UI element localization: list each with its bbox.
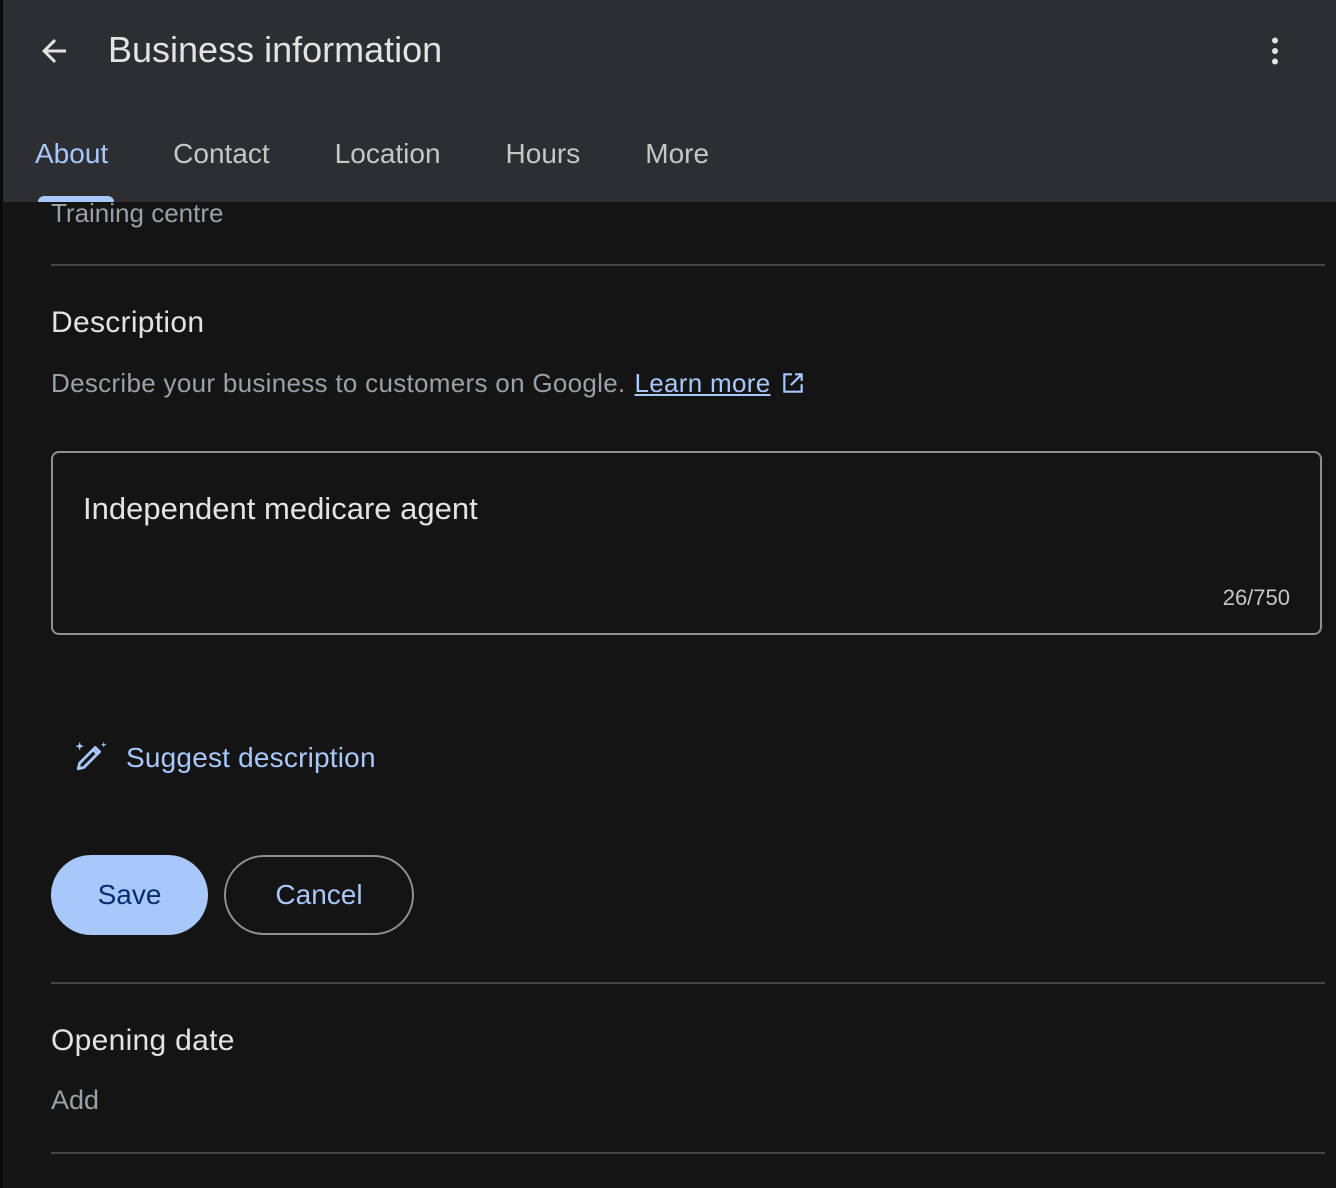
character-counter: 26/750 [1222, 585, 1290, 610]
tab-bar: About Contact Location Hours More [3, 120, 709, 202]
open-in-new-icon[interactable] [780, 370, 806, 396]
arrow-back-icon [42, 39, 66, 63]
active-tab-indicator [38, 196, 114, 202]
page-title: Business information [108, 29, 443, 70]
divider [51, 982, 1325, 984]
description-help-text: Describe your business to customers on G… [51, 368, 626, 398]
magic-pen-icon [74, 739, 108, 778]
more-vert-icon [1272, 37, 1278, 65]
divider [51, 264, 1325, 266]
opening-date-title: Opening date [51, 1024, 235, 1057]
suggest-description-button[interactable]: Suggest description [74, 736, 376, 780]
back-button[interactable] [29, 26, 79, 76]
learn-more-link[interactable]: Learn more [635, 364, 771, 402]
save-button[interactable]: Save [51, 855, 208, 935]
description-textarea-value[interactable]: Independent medicare agent [83, 489, 478, 529]
tab-location[interactable]: Location [335, 120, 441, 188]
tab-more[interactable]: More [645, 120, 709, 188]
more-options-button[interactable] [1250, 26, 1300, 76]
divider [51, 1152, 1325, 1154]
add-opening-date-link[interactable]: Add [51, 1082, 99, 1118]
description-textarea[interactable]: Independent medicare agent 26/750 [51, 451, 1322, 635]
cancel-button[interactable]: Cancel [224, 855, 414, 935]
description-title: Description [51, 306, 205, 339]
suggest-description-label: Suggest description [126, 742, 376, 773]
tab-contact[interactable]: Contact [173, 120, 270, 188]
tab-about[interactable]: About [35, 120, 108, 188]
tab-hours[interactable]: Hours [506, 120, 581, 188]
description-help: Describe your business to customers on G… [51, 364, 806, 402]
app-header: Business information About Contact Locat… [3, 0, 1336, 202]
